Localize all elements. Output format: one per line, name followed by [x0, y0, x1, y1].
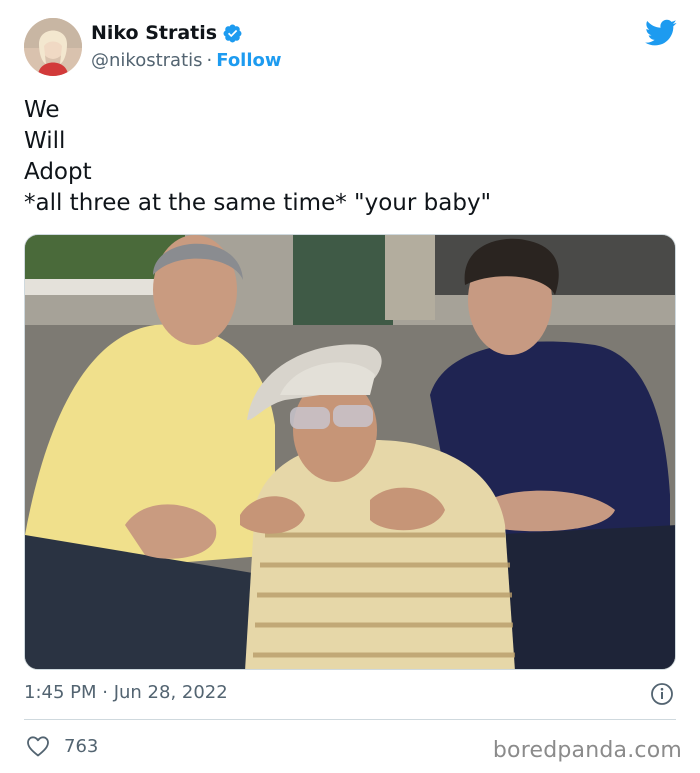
follow-button[interactable]: Follow	[216, 50, 281, 71]
separator: ·	[206, 50, 213, 71]
tweet-photo[interactable]	[24, 234, 676, 670]
divider	[24, 719, 676, 720]
info-icon[interactable]	[650, 682, 674, 706]
avatar[interactable]	[24, 18, 82, 76]
author-name-row: Niko Stratis	[91, 22, 243, 44]
tweet-text: We Will Adopt *all three at the same tim…	[24, 95, 491, 219]
heart-icon[interactable]	[26, 735, 50, 757]
twitter-bird-icon[interactable]	[645, 19, 677, 47]
tweet-card: Niko Stratis @nikostratis · Follow We Will…	[0, 0, 700, 773]
tweet-line: We	[24, 97, 60, 123]
verified-badge-icon	[223, 24, 242, 42]
author-name[interactable]: Niko Stratis	[91, 22, 217, 44]
author-handle[interactable]: @nikostratis	[91, 50, 203, 71]
like-count: 763	[64, 735, 99, 757]
tweet-line: *all three at the same time* "your baby"	[24, 190, 492, 216]
tweet-timestamp[interactable]: 1:45 PM · Jun 28, 2022	[24, 682, 228, 703]
tweet-line: Adopt	[24, 159, 92, 185]
author-handle-row: @nikostratis · Follow	[91, 50, 282, 71]
watermark: boredpanda.com	[492, 738, 682, 763]
tweet-line: Will	[24, 128, 66, 154]
like-button[interactable]: 763	[26, 735, 98, 757]
